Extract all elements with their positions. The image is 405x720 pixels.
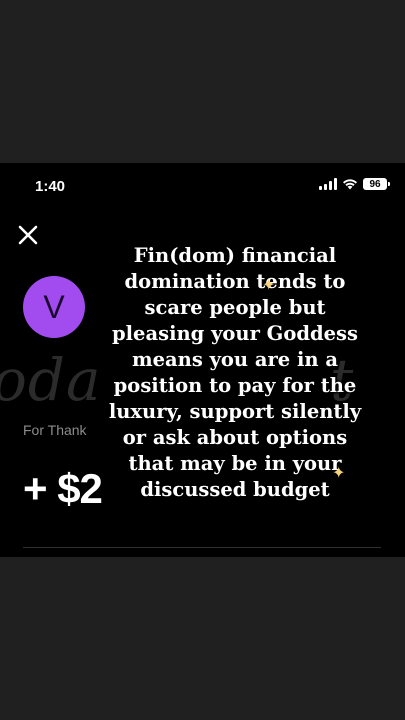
battery-icon: 96 <box>363 178 390 190</box>
divider <box>23 547 381 548</box>
close-icon[interactable] <box>17 224 39 246</box>
phone-screenshot: 1:40 96 V oda t For Thank + $2 Fin(dom) … <box>0 163 405 557</box>
payment-note: For Thank <box>23 422 87 438</box>
status-time: 1:40 <box>35 178 66 195</box>
bottom-letterbox <box>0 557 405 720</box>
status-icons: 96 <box>319 178 390 190</box>
sparkle-icon: ✦ <box>262 277 276 294</box>
payment-amount: + $2 <box>23 465 103 512</box>
avatar[interactable]: V <box>23 276 85 338</box>
watermark-script: oda <box>0 346 102 414</box>
wifi-icon <box>342 178 358 190</box>
sparkle-icon: ✦ <box>332 465 346 482</box>
overlay-caption: Fin(dom) financial domination tends to s… <box>108 244 362 501</box>
signal-icon <box>319 178 337 190</box>
top-letterbox <box>0 0 405 163</box>
